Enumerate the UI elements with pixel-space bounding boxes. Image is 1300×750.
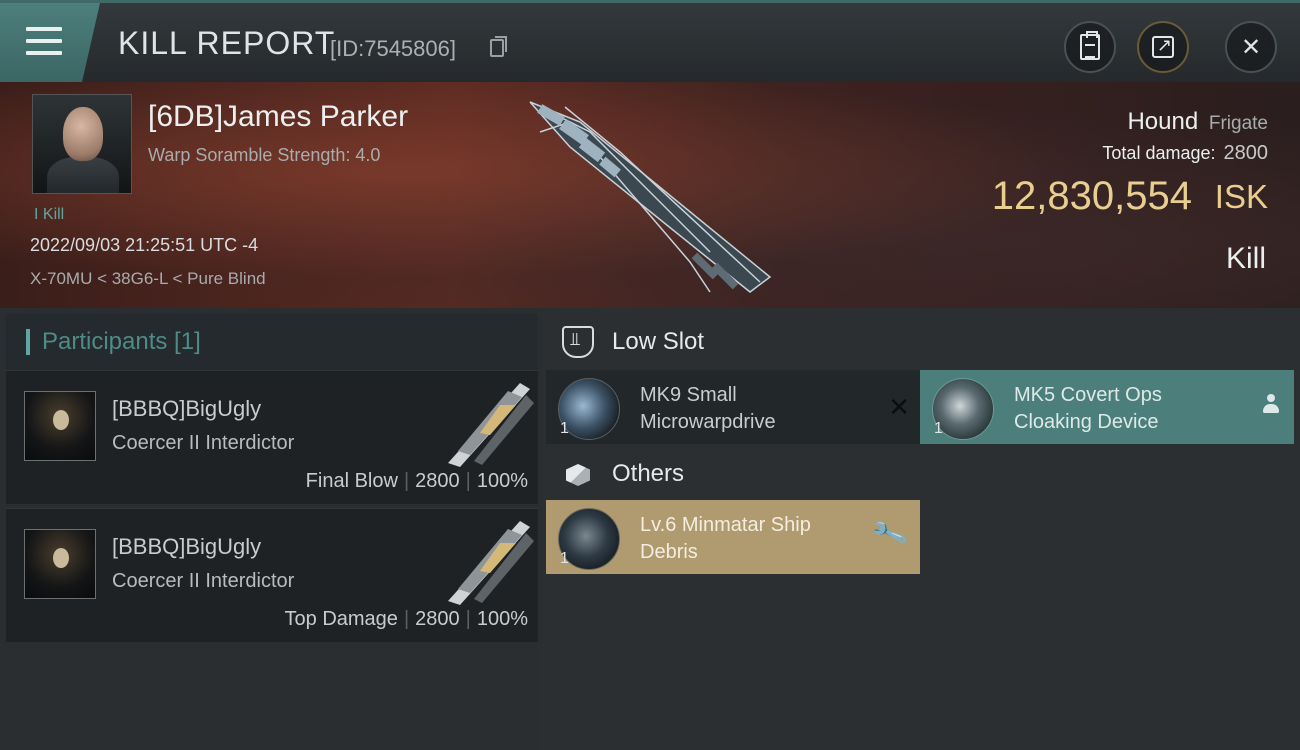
- participant-name: [BBBQ]BigUgly: [112, 534, 262, 559]
- participant-percent: 100%: [476, 608, 528, 630]
- participants-panel: Participants [1] [BBBQ]BigUgly Coercer I…: [0, 308, 542, 750]
- stats-separator: |: [465, 608, 471, 630]
- stats-separator: |: [403, 608, 410, 630]
- low-slot-icon: [562, 326, 594, 358]
- module-name: Lv.6 Minmatar Ship Debris: [640, 512, 811, 566]
- isk-unit: ISK: [1214, 178, 1268, 215]
- module-name: MK9 Small Microwarpdrive: [640, 382, 776, 436]
- low-slot-label: Low Slot: [612, 328, 705, 355]
- module-name: MK5 Covert Ops Cloaking Device: [1014, 382, 1162, 436]
- stats-separator: |: [465, 470, 471, 492]
- others-section: Others: [542, 444, 1300, 504]
- scramble-strength: Warp Soramble Strength: 4.0: [148, 145, 381, 165]
- others-label: Others: [612, 460, 685, 487]
- module-quantity: 1: [560, 420, 569, 437]
- participant-name: [BBBQ]BigUgly: [112, 396, 262, 421]
- kills-label: I Kill: [34, 206, 65, 223]
- clipboard-button[interactable]: [1064, 21, 1116, 73]
- header-accent-bar: [26, 329, 30, 355]
- close-button[interactable]: ✕: [1225, 21, 1277, 73]
- participant-card[interactable]: [BBBQ]BigUgly Coercer II Interdictor Fin…: [6, 370, 538, 504]
- participant-avatar[interactable]: [24, 529, 96, 599]
- module-name-line1: MK9 Small: [640, 384, 737, 406]
- isk-value: 12,830,554: [991, 174, 1192, 218]
- participant-ship: Coercer II Interdictor: [112, 570, 295, 592]
- hamburger-icon: [26, 27, 62, 57]
- stats-separator: |: [403, 470, 410, 492]
- share-button[interactable]: [1137, 21, 1189, 73]
- close-icon: ✕: [1240, 33, 1262, 61]
- participant-stats: Top Damage | 2800 | 100%: [285, 608, 528, 631]
- participants-header: Participants [1]: [6, 314, 538, 370]
- participant-percent: 100%: [476, 470, 528, 492]
- participant-role: Top Damage: [284, 608, 398, 630]
- module-quantity: 1: [560, 550, 569, 567]
- participant-ship-image: [448, 383, 534, 467]
- victim-portrait[interactable]: [32, 94, 132, 194]
- module-name-line2: Microwarpdrive: [640, 411, 776, 433]
- participant-damage: 2800: [415, 470, 460, 492]
- kill-datetime: 2022/09/03 21:25:51 UTC -4: [30, 235, 259, 255]
- module-tile[interactable]: 1 MK9 Small Microwarpdrive ✕: [546, 370, 920, 444]
- victim-ship[interactable]: Hound Frigate: [1127, 108, 1268, 136]
- participant-ship-image: [448, 521, 534, 605]
- menu-button[interactable]: [0, 3, 100, 82]
- module-tile[interactable]: 1 Lv.6 Minmatar Ship Debris 🔧: [546, 500, 920, 574]
- module-quantity: 1: [934, 420, 943, 437]
- destroyed-icon: ✕: [888, 392, 910, 422]
- total-damage-label: Total damage:: [1102, 143, 1216, 163]
- person-icon: [1262, 394, 1280, 416]
- participants-title: Participants [1]: [42, 328, 201, 355]
- page-title: KILL REPORT: [118, 25, 336, 61]
- report-id: [ID:7545806]: [330, 36, 456, 61]
- report-type: Kill: [1225, 242, 1266, 275]
- module-name-line1: MK5 Covert Ops: [1014, 384, 1162, 406]
- participant-role: Final Blow: [305, 470, 398, 492]
- module-name-line2: Cloaking Device: [1014, 411, 1159, 433]
- participant-damage: 2800: [415, 608, 460, 630]
- top-bar: KILL REPORT [ID:7545806] ✕: [0, 0, 1300, 82]
- module-tile[interactable]: 1 MK5 Covert Ops Cloaking Device: [920, 370, 1294, 444]
- victim-ship-class: Frigate: [1208, 113, 1268, 134]
- cube-icon: [562, 458, 594, 490]
- clipboard-icon: [1080, 31, 1100, 60]
- victim-name[interactable]: [6DB]James Parker: [148, 100, 408, 134]
- copy-icon[interactable]: [490, 36, 507, 57]
- module-name-line1: Lv.6 Minmatar Ship: [640, 514, 811, 536]
- victim-banner: [6DB]James Parker Warp Soramble Strength…: [0, 82, 1300, 308]
- total-damage: Total damage: 2800: [1102, 142, 1268, 165]
- share-icon: [1152, 35, 1174, 58]
- kill-location: X-70MU < 38G6-L < Pure Blind: [30, 269, 266, 288]
- participant-avatar[interactable]: [24, 391, 96, 461]
- module-name-line2: Debris: [640, 541, 698, 563]
- total-damage-value: 2800: [1223, 142, 1269, 164]
- wrench-icon: 🔧: [869, 513, 910, 553]
- participant-ship: Coercer II Interdictor: [112, 432, 295, 454]
- victim-ship-name: Hound: [1127, 108, 1199, 135]
- participant-card[interactable]: [BBBQ]BigUgly Coercer II Interdictor Top…: [6, 508, 538, 642]
- participant-stats: Final Blow | 2800 | 100%: [306, 470, 528, 493]
- low-slot-section: Low Slot: [542, 312, 1300, 372]
- modules-panel: Low Slot 1 MK9 Small Microwarpdrive ✕ 1 …: [542, 308, 1300, 750]
- victim-ship-image: [529, 101, 772, 293]
